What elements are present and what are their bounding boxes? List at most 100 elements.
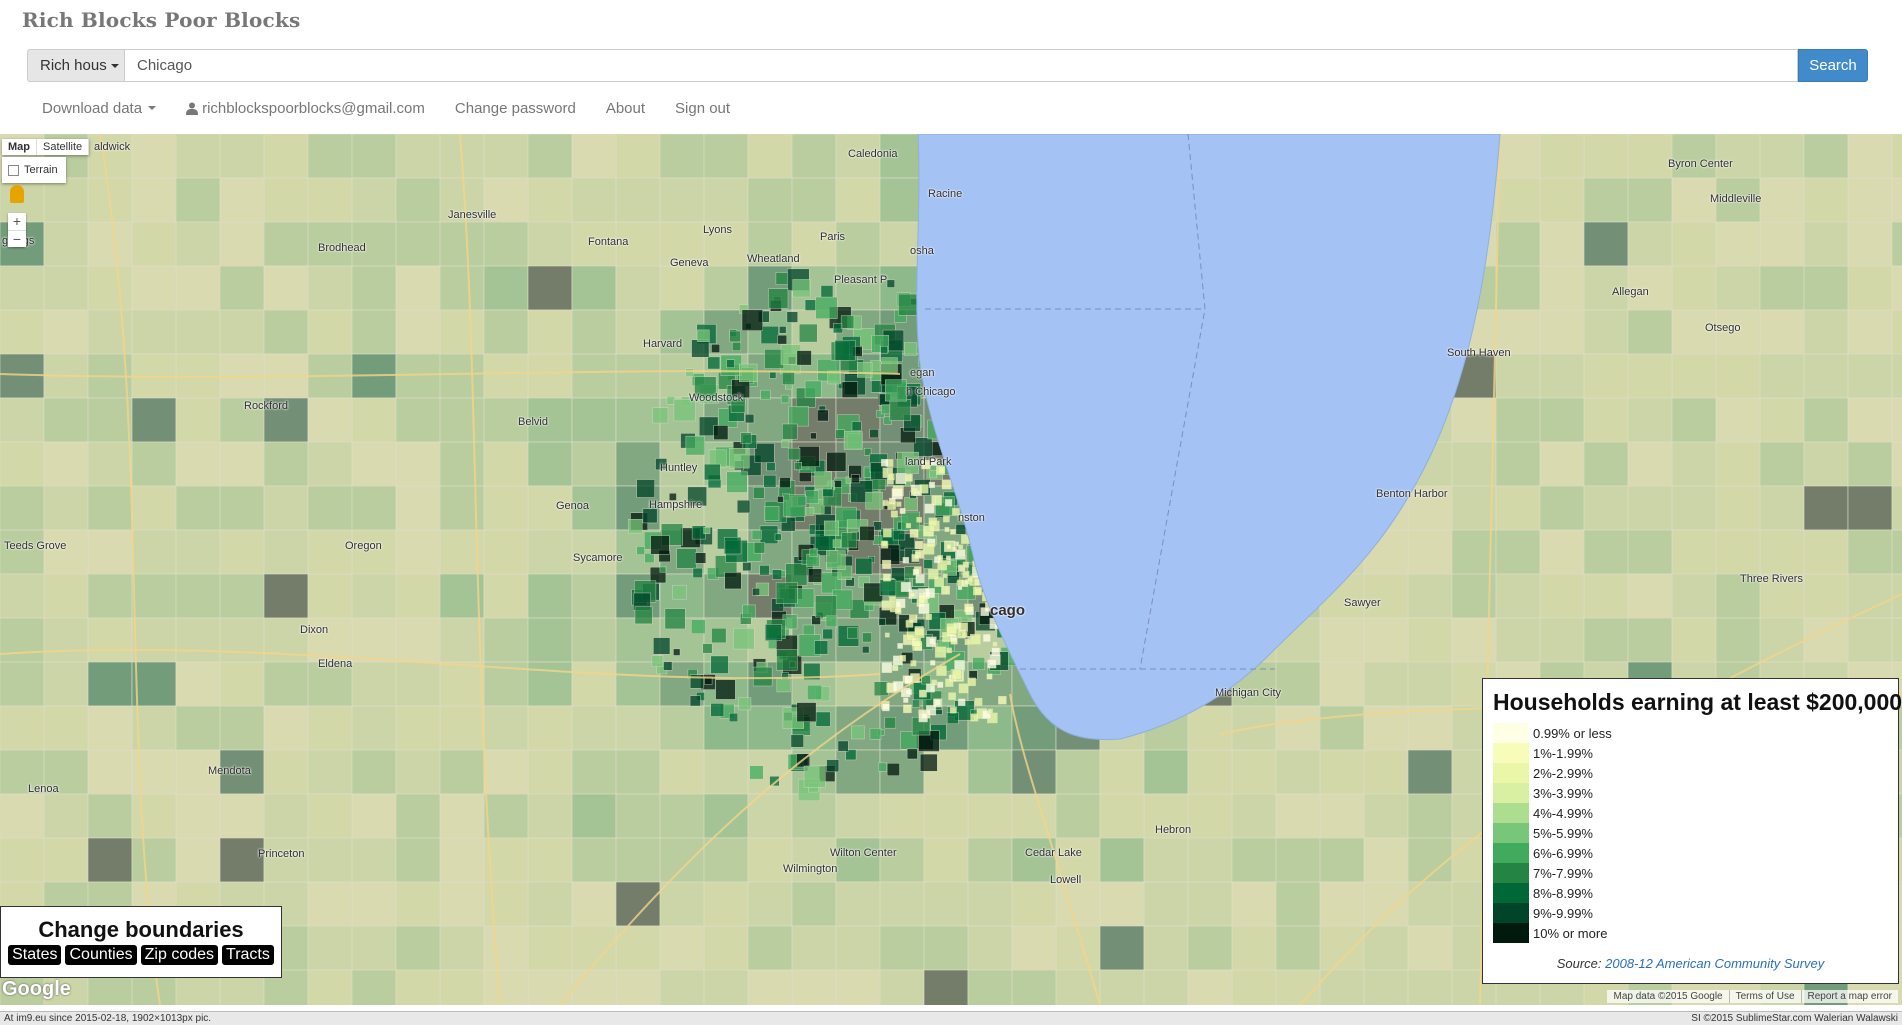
legend-label: 7%-7.99% [1533,865,1593,881]
place-label: aldwick [94,141,131,153]
download-data-menu[interactable]: Download data [27,100,171,117]
place-label: Lowell [1050,874,1082,886]
legend-item: 1%-1.99% [1493,743,1612,763]
legend-item: 5%-5.99% [1493,823,1612,843]
legend-item: 6%-6.99% [1493,843,1612,863]
legend-swatch [1493,723,1529,743]
report-map-error-link[interactable]: Report a map error [1800,990,1898,1003]
legend-swatch [1493,763,1529,783]
terrain-checkbox[interactable] [8,164,19,176]
legend-swatch [1493,783,1529,803]
place-label: Three Rivers [1740,573,1803,585]
place-label: Genoa [556,500,590,512]
search-bar: Rich hous Search [27,49,1870,84]
caret-down-icon [110,63,119,68]
place-label: osha [910,245,934,257]
footer-right-text: SI ©2015 SublimeStar.com Walerian Walaws… [1691,1013,1898,1024]
zoom-out-button[interactable]: − [8,230,26,248]
place-label: Michigan City [1215,687,1282,699]
place-label: Racine [928,188,963,200]
image-host-footer: At im9.eu since 2015-02-18, 1902×1013px … [0,1011,1902,1025]
legend-title: Households earning at least $200,000 [1493,689,1902,715]
place-label: South Haven [1447,347,1511,359]
data-type-label: Rich hous [40,57,107,74]
legend-item: 2%-2.99% [1493,763,1612,783]
legend-item: 7%-7.99% [1493,863,1612,883]
legend-source: Source: 2008-12 American Community Surve… [1483,956,1898,971]
legend-label: 9%-9.99% [1533,905,1593,921]
place-label: h Chicago [906,386,956,398]
legend-swatch [1493,923,1529,943]
legend-swatch [1493,903,1529,923]
place-label: Princeton [258,848,305,860]
legend-swatch [1493,803,1529,823]
place-label: Sawyer [1344,597,1381,609]
place-label: Lyons [703,224,732,236]
about-link[interactable]: About [591,100,660,117]
boundary-counties-button[interactable]: Counties [65,945,137,965]
zoom-control: + − [8,213,26,247]
place-label: Paris [820,231,846,243]
legend-label: 0.99% or less [1533,725,1612,741]
legend-label: 8%-8.99% [1533,885,1593,901]
map-type-control: Map Satellite [2,139,90,155]
map-attribution: Map data ©2015 Google Terms of Use Repor… [1607,990,1898,1003]
place-label: Lenoa [28,783,59,795]
place-label: Geneva [670,257,709,269]
legend-label: 2%-2.99% [1533,765,1593,781]
place-label: Eldena [318,658,353,670]
place-label: Woodstock [689,392,744,404]
legend-label: 5%-5.99% [1533,825,1593,841]
legend-swatch [1493,843,1529,863]
place-label: Wilton Center [830,847,897,859]
boundary-zip-codes-button[interactable]: Zip codes [140,945,219,965]
boundary-states-button[interactable]: States [8,945,62,965]
terrain-label: Terrain [24,164,58,176]
map-legend: Households earning at least $200,000 0.9… [1482,678,1902,984]
place-label: Hampshire [649,499,703,511]
map-type-map-button[interactable]: Map [2,139,37,155]
place-label: land Park [905,456,952,468]
city-label-chicago: cago [990,602,1026,619]
legend-swatch [1493,743,1529,763]
place-label: Harvard [643,338,683,350]
legend-item: 0.99% or less [1493,723,1612,743]
street-view-pegman-icon[interactable] [10,185,24,203]
change-password-link[interactable]: Change password [440,100,591,117]
legend-swatch [1493,823,1529,843]
source-link[interactable]: 2008-12 American Community Survey [1605,956,1824,971]
place-label: nston [958,512,985,524]
place-label: Cedar Lake [1025,847,1082,859]
terrain-toggle[interactable]: Terrain [2,157,66,183]
place-label: Sycamore [573,552,623,564]
map-type-satellite-button[interactable]: Satellite [37,139,90,155]
place-label: Belvid [518,416,548,428]
zoom-in-button[interactable]: + [8,213,26,230]
search-button[interactable]: Search [1798,49,1868,82]
place-label: egan [910,367,935,379]
legend-list: 0.99% or less 1%-1.99% 2%-2.99% 3%-3.99% 4%-… [1493,723,1612,943]
source-prefix: Source: [1556,956,1606,971]
legend-label: 10% or more [1533,925,1608,941]
terms-of-use-link[interactable]: Terms of Use [1728,990,1801,1003]
place-label: Janesville [448,209,497,221]
app-title[interactable]: Rich Blocks Poor Blocks [22,8,300,32]
account-email-link[interactable]: richblockspoorblocks@gmail.com [171,100,440,117]
legend-item: 3%-3.99% [1493,783,1612,803]
search-input[interactable] [125,49,1798,82]
legend-item: 4%-4.99% [1493,803,1612,823]
boundaries-title: Change boundaries [38,917,244,942]
sign-out-link[interactable]: Sign out [660,100,745,117]
legend-label: 1%-1.99% [1533,745,1593,761]
legend-label: 6%-6.99% [1533,845,1593,861]
boundary-tracts-button[interactable]: Tracts [222,945,274,965]
place-label: Otsego [1705,322,1741,334]
legend-item: 8%-8.99% [1493,883,1612,903]
place-label: Middleville [1710,193,1762,205]
user-icon [186,102,199,115]
google-logo[interactable]: Google [2,978,71,1001]
top-nav: Download data richblockspoorblocks@gmail… [27,98,745,118]
data-type-dropdown[interactable]: Rich hous [27,49,125,82]
place-label: Allegan [1612,286,1649,298]
legend-swatch [1493,883,1529,903]
